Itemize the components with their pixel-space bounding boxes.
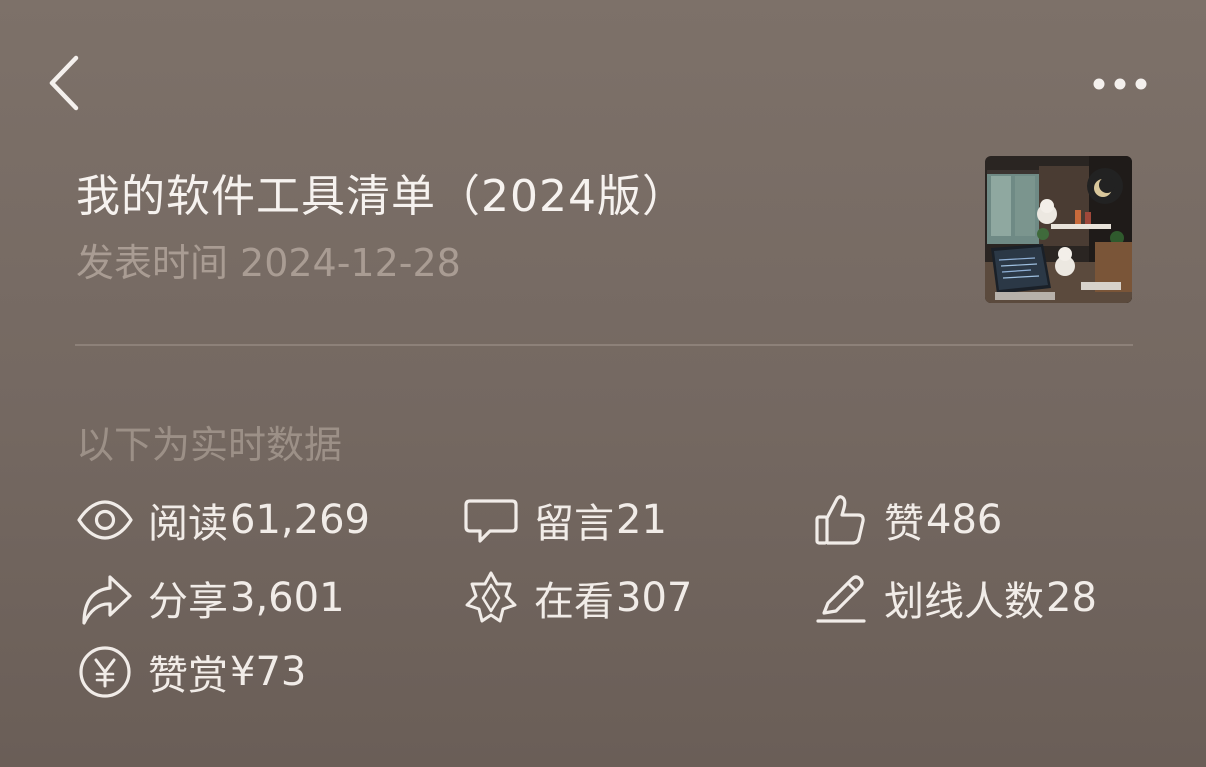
cover-photo — [985, 156, 1132, 303]
stat-label: 留言 — [534, 501, 614, 547]
eye-icon — [76, 491, 134, 549]
stat-value: 307 — [616, 575, 693, 621]
stat-label: 在看 — [534, 579, 614, 625]
stat-watching: 在看 307 — [462, 568, 692, 628]
publish-label: 发表时间 — [76, 241, 229, 285]
stat-value: 28 — [1046, 575, 1097, 621]
publish-info: 发表时间 2024-12-28 — [76, 232, 461, 287]
stat-read: 阅读 61,269 — [76, 490, 370, 550]
back-button[interactable] — [40, 52, 92, 114]
article-title[interactable]: 我的软件工具清单（2024版） — [76, 160, 687, 224]
stat-value: 486 — [926, 497, 1003, 543]
share-icon — [76, 569, 134, 627]
stat-label: 阅读 — [148, 501, 228, 547]
stat-label: 分享 — [148, 579, 228, 625]
stat-comment: 留言 21 — [462, 490, 667, 550]
stat-value: 21 — [616, 497, 667, 543]
stat-value: 3,601 — [230, 575, 345, 621]
star-icon — [462, 569, 520, 627]
stat-share: 分享 3,601 — [76, 568, 345, 628]
stat-reward: 赞赏 ¥73 — [76, 642, 306, 702]
stat-value: 61,269 — [230, 497, 370, 543]
stat-highlight: 划线人数 28 — [812, 568, 1097, 628]
divider — [75, 344, 1133, 346]
more-horizontal-icon — [1093, 78, 1147, 90]
article-header: 我的软件工具清单（2024版） 发表时间 2024-12-28 — [76, 152, 1136, 312]
more-button[interactable] — [1084, 62, 1158, 106]
stat-label: 划线人数 — [884, 579, 1044, 625]
stat-label: 赞赏 — [148, 653, 228, 699]
stat-like: 赞 486 — [812, 490, 1002, 550]
publish-date: 2024-12-28 — [240, 241, 461, 285]
yen-icon — [76, 643, 134, 701]
pen-icon — [812, 569, 870, 627]
stat-value: ¥73 — [230, 649, 307, 695]
realtime-data-caption: 以下为实时数据 — [76, 423, 343, 467]
thumbs-up-icon — [812, 491, 870, 549]
article-cover-image[interactable] — [985, 156, 1132, 303]
comment-icon — [462, 491, 520, 549]
chevron-left-icon — [49, 55, 79, 111]
stat-label: 赞 — [884, 501, 924, 547]
top-nav-bar — [0, 0, 1206, 160]
